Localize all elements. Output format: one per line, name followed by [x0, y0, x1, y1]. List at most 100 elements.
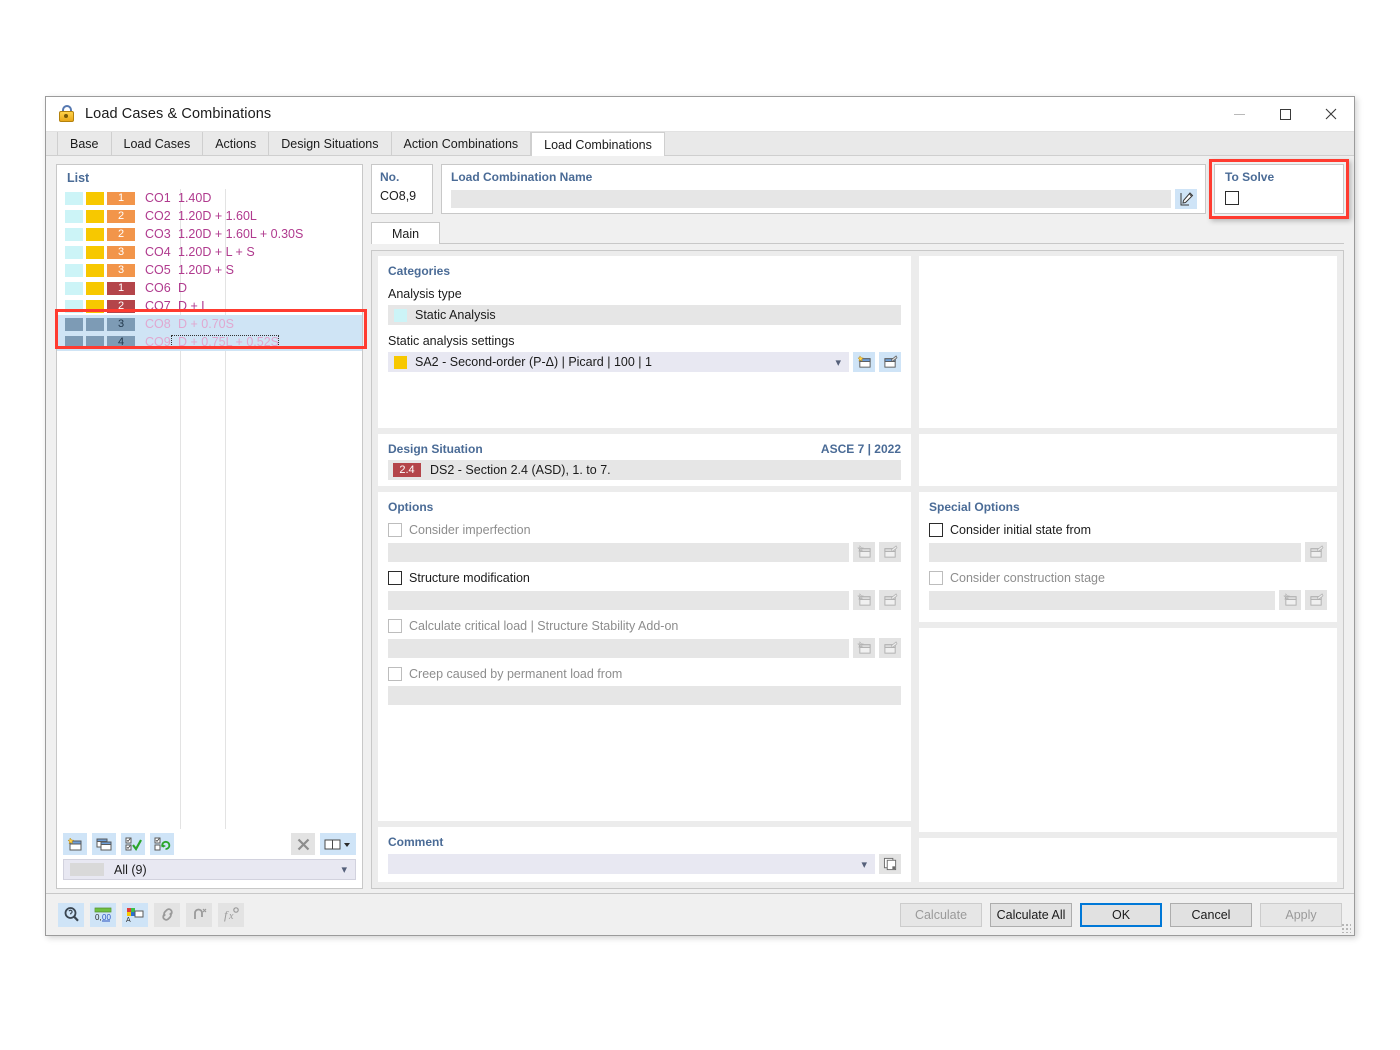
list-title: List: [67, 171, 90, 185]
right-panel-bottom: [919, 838, 1337, 882]
tab-design-situations[interactable]: Design Situations: [269, 132, 392, 155]
row-expression: 1.20D + L + S: [178, 245, 255, 259]
comment-card: Comment ▾: [378, 827, 911, 882]
tab-load-cases[interactable]: Load Cases: [111, 132, 204, 155]
row-swatch-a: [65, 317, 83, 331]
static-analysis-settings-value: SA2 - Second-order (P-Δ) | Picard | 100 …: [415, 355, 652, 369]
special-options-title: Special Options: [929, 500, 1020, 514]
comment-select[interactable]: ▾: [388, 854, 875, 874]
row-swatch-a: [65, 335, 83, 349]
consider-initial-state-checkbox[interactable]: [929, 523, 943, 537]
option-consider-imperfection: Consider imperfection: [388, 523, 901, 562]
row-expression: 1.20D + 1.60L: [178, 209, 257, 223]
option-creep-permanent-load: Creep caused by permanent load from: [388, 667, 901, 705]
maximize-icon[interactable]: [1262, 97, 1308, 131]
tab-strip: Base Load Cases Actions Design Situation…: [46, 132, 1354, 156]
tab-main[interactable]: Main: [371, 222, 441, 244]
copy-icon[interactable]: [879, 854, 901, 874]
list-item[interactable]: 3 CO4 1.20D + L + S: [57, 243, 362, 261]
row-expression: D: [178, 281, 188, 295]
creep-permanent-load-checkbox: [388, 667, 402, 681]
row-number-badge: 2: [107, 227, 135, 241]
structure-modification-checkbox[interactable]: [388, 571, 402, 585]
list-rows: 1 CO1 1.40D 2 CO2 1.20D + 1.60L 2 CO3 1.…: [55, 189, 367, 829]
row-id: CO5: [145, 263, 171, 277]
row-swatch-a: [65, 191, 83, 205]
list-item-selected[interactable]: 3 CO8 D + 0.70S: [57, 315, 362, 333]
row-expression: 1.20D + 1.60L + 0.30S: [178, 227, 304, 241]
row-id: CO7: [145, 299, 171, 313]
dialog-footer: 0, 00 A f x Calculate Calculate All OK C…: [46, 893, 1354, 935]
list-item-selected[interactable]: 4 CO9 D + 0.75L + 0.52S: [57, 333, 362, 351]
copy-window-icon[interactable]: [92, 833, 116, 855]
magnifier-icon[interactable]: [58, 902, 84, 927]
list-item[interactable]: 3 CO5 1.20D + S: [57, 261, 362, 279]
main-panel: Categories Analysis type Static Analysis…: [371, 250, 1344, 889]
tab-load-combinations[interactable]: Load Combinations: [531, 132, 665, 156]
comment-title: Comment: [388, 835, 444, 849]
structure-modification-field: [388, 590, 849, 610]
load-combinations-list-panel: List 1 CO1 1.40D 2 CO2 1.20D + 1.60L 2 C…: [55, 164, 367, 889]
calculate-all-button[interactable]: Calculate All: [990, 902, 1072, 927]
creep-permanent-load-label: Creep caused by permanent load from: [409, 667, 623, 681]
header-row: No. CO8,9 Load Combination Name To Solve: [371, 159, 1349, 219]
chevron-down-icon: ▾: [835, 356, 841, 369]
svg-text:A: A: [126, 917, 131, 923]
row-swatch-a: [65, 245, 83, 259]
static-analysis-settings-select[interactable]: SA2 - Second-order (P-Δ) | Picard | 100 …: [388, 352, 849, 372]
main-left-column: Categories Analysis type Static Analysis…: [378, 256, 911, 882]
color-palette-icon[interactable]: A: [122, 902, 148, 927]
row-expression: 1.40D: [178, 191, 212, 205]
consider-initial-state-field: [929, 542, 1301, 562]
close-icon[interactable]: [1308, 97, 1354, 131]
row-expression: D + L: [178, 299, 209, 313]
tab-action-combinations[interactable]: Action Combinations: [391, 132, 532, 155]
design-situation-value: DS2 - Section 2.4 (ASD), 1. to 7.: [430, 463, 611, 477]
new-window-icon[interactable]: [63, 833, 87, 855]
list-filter-select[interactable]: All (9) ▾: [63, 859, 356, 880]
to-solve-group: To Solve: [1209, 159, 1349, 219]
analysis-type-value-row: Static Analysis: [388, 305, 901, 325]
minimize-icon[interactable]: [1216, 97, 1262, 131]
right-panel-second: [919, 434, 1337, 486]
cancel-button[interactable]: Cancel: [1170, 902, 1252, 927]
row-swatch-b: [86, 317, 104, 331]
new-window-icon: [853, 542, 875, 562]
main-right-column: Special Options Consider initial state f…: [919, 256, 1337, 882]
special-options-card: Special Options Consider initial state f…: [919, 492, 1337, 622]
list-toolbar: [57, 829, 362, 859]
checkbox-refresh-icon[interactable]: [150, 833, 174, 855]
list-item[interactable]: 1 CO6 D: [57, 279, 362, 297]
row-id: CO3: [145, 227, 171, 241]
edit-window-icon[interactable]: [879, 352, 901, 372]
ok-button[interactable]: OK: [1080, 902, 1162, 927]
number-format-icon[interactable]: 0, 00: [90, 902, 116, 927]
options-card: Options Consider imperfection Structure …: [378, 492, 911, 821]
filter-swatch: [70, 863, 104, 876]
settings-swatch: [394, 355, 407, 369]
chain-link-icon: [154, 902, 180, 927]
load-combination-name-input[interactable]: [451, 190, 1171, 208]
tab-base[interactable]: Base: [57, 132, 112, 155]
list-item[interactable]: 2 CO3 1.20D + 1.60L + 0.30S: [57, 225, 362, 243]
no-field-group: No. CO8,9: [371, 164, 433, 214]
list-item[interactable]: 1 CO1 1.40D: [57, 189, 362, 207]
content-area: No. CO8,9 Load Combination Name To Solve…: [371, 159, 1349, 889]
calculate-critical-load-checkbox: [388, 619, 402, 633]
resize-grip[interactable]: [1341, 923, 1351, 933]
row-swatch-b: [86, 281, 104, 295]
edit-pencil-icon[interactable]: [1175, 189, 1197, 209]
new-window-icon[interactable]: [853, 352, 875, 372]
option-consider-initial-state: Consider initial state from: [929, 523, 1327, 562]
list-filter-value: All (9): [114, 862, 147, 877]
list-item[interactable]: 2 CO7 D + L: [57, 297, 362, 315]
svg-text:0,: 0,: [95, 913, 102, 922]
row-expression-focused[interactable]: D + 0.75L + 0.52S: [171, 335, 280, 349]
tab-actions[interactable]: Actions: [203, 132, 270, 155]
load-combination-name-group: Load Combination Name: [441, 164, 1206, 214]
list-item[interactable]: 2 CO2 1.20D + 1.60L: [57, 207, 362, 225]
two-columns-icon[interactable]: [320, 833, 356, 855]
row-number-badge: 3: [107, 245, 135, 259]
checkbox-check-icon[interactable]: [121, 833, 145, 855]
to-solve-checkbox[interactable]: [1225, 191, 1239, 205]
